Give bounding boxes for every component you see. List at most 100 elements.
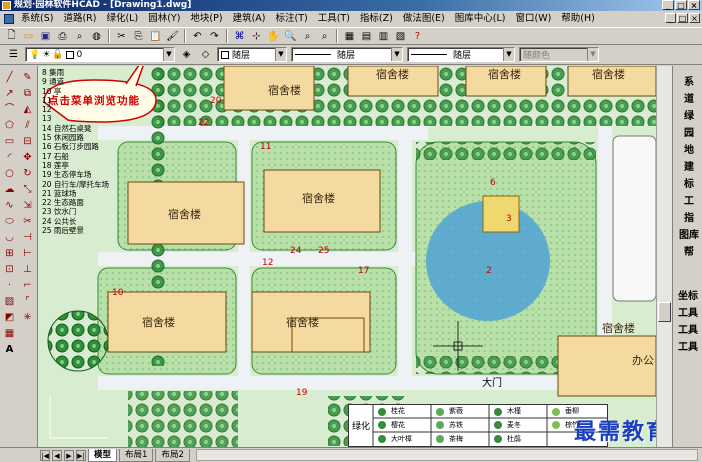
stretch-icon[interactable]: ⇲ xyxy=(20,198,35,213)
zoom-previous-icon[interactable]: ⌕ xyxy=(317,29,332,44)
copy-icon[interactable]: ⎘ xyxy=(131,29,146,44)
title-bar[interactable]: 规划·园林软件HCAD - [Drawing1.dwg] _ □ × xyxy=(0,0,702,11)
panel-item-greening[interactable]: 绿 xyxy=(684,108,694,125)
panel-item-index[interactable]: 指 xyxy=(684,210,694,227)
publish-icon[interactable]: ◍ xyxy=(89,29,104,44)
trim-icon[interactable]: ✂ xyxy=(20,214,35,229)
tab-layout1[interactable]: 布局1 xyxy=(119,448,154,462)
extend-icon[interactable]: ⊣ xyxy=(20,230,35,245)
layer-previous-icon[interactable]: ◇ xyxy=(198,47,213,62)
line-icon[interactable]: ╱ xyxy=(2,70,17,85)
move-icon[interactable]: ✥ xyxy=(20,150,35,165)
menu-help[interactable]: 帮助(H) xyxy=(556,11,600,27)
layer-dropdown[interactable]: 💡 ☀ 🔓 0 ▼ xyxy=(25,47,175,62)
menu-index[interactable]: 指标(Z) xyxy=(355,11,398,27)
text-icon[interactable]: A xyxy=(2,342,17,357)
paste-icon[interactable]: 📋 xyxy=(148,29,163,44)
panel-item-help[interactable]: 帮 xyxy=(684,244,694,261)
make-block-icon[interactable]: ⊡ xyxy=(2,262,17,277)
panel-item-tool[interactable]: 工具 xyxy=(678,322,698,339)
open-folder-icon[interactable]: ▭ xyxy=(21,29,36,44)
plotstyle-dropdown[interactable]: 随颜色 ▼ xyxy=(519,47,599,62)
drawing-canvas[interactable]: 宿舍楼 宿舍楼 宿舍楼 宿舍楼 宿舍楼 宿舍楼 宿舍楼 宿舍楼 宿舍楼 办公 大… xyxy=(38,66,656,447)
tab-layout2[interactable]: 布局2 xyxy=(155,448,190,462)
doc-restore-button[interactable]: □ xyxy=(677,13,688,23)
polyline-icon[interactable]: ⌒ xyxy=(2,102,17,117)
rotate-icon[interactable]: ↻ xyxy=(20,166,35,181)
menu-detail-drawing[interactable]: 做法图(E) xyxy=(398,11,450,27)
redo-icon[interactable]: ↷ xyxy=(207,29,222,44)
panel-item-tool[interactable]: 工具 xyxy=(678,339,698,356)
prev-tab-button[interactable]: ◀ xyxy=(52,449,62,461)
zoom-realtime-icon[interactable]: 🔍 xyxy=(283,29,298,44)
ellipse-arc-icon[interactable]: ◡ xyxy=(2,230,17,245)
ellipse-icon[interactable]: ⬭ xyxy=(2,214,17,229)
revcloud-icon[interactable]: ☁ xyxy=(2,182,17,197)
panel-item-tools[interactable]: 工 xyxy=(684,193,694,210)
doc-close-button[interactable]: × xyxy=(689,13,700,23)
panel-item-annotate[interactable]: 标 xyxy=(684,176,694,193)
first-tab-button[interactable]: |◀ xyxy=(40,449,50,461)
panel-item-system[interactable]: 系 xyxy=(684,74,694,91)
horizontal-scrollbar[interactable] xyxy=(195,449,698,461)
panel-item-garden[interactable]: 园 xyxy=(684,125,694,142)
tab-model[interactable]: 模型 xyxy=(88,448,118,462)
print-icon[interactable]: ⎙ xyxy=(55,29,70,44)
properties-icon[interactable]: ▦ xyxy=(342,29,357,44)
minimize-button[interactable]: _ xyxy=(662,0,674,10)
polygon-icon[interactable]: ⬠ xyxy=(2,118,17,133)
join-icon[interactable]: ⊥ xyxy=(20,262,35,277)
break-icon[interactable]: ⊢ xyxy=(20,246,35,261)
menu-plot[interactable]: 地块(P) xyxy=(185,11,227,27)
fillet-icon[interactable]: ⌜ xyxy=(20,294,35,309)
panel-item-coordinates[interactable]: 坐标 xyxy=(678,288,698,305)
menu-road[interactable]: 道路(R) xyxy=(58,11,101,27)
array-icon[interactable]: ⊟ xyxy=(20,134,35,149)
lineweight-dropdown[interactable]: 随层 ▼ xyxy=(407,47,515,62)
chamfer-icon[interactable]: ⌐ xyxy=(20,278,35,293)
cut-icon[interactable]: ✂ xyxy=(114,29,129,44)
print-preview-icon[interactable]: ⌕ xyxy=(72,29,87,44)
copy-object-icon[interactable]: ⧉ xyxy=(20,86,35,101)
close-button[interactable]: × xyxy=(688,0,700,10)
maximize-button[interactable]: □ xyxy=(675,0,687,10)
menu-window[interactable]: 窗口(W) xyxy=(510,11,556,27)
panel-item-tool[interactable]: 工具 xyxy=(678,305,698,322)
design-center-icon[interactable]: ▤ xyxy=(359,29,374,44)
table-icon[interactable]: ▦ xyxy=(2,326,17,341)
circle-icon[interactable]: ○ xyxy=(2,166,17,181)
layer-manager-icon[interactable]: ☰ xyxy=(6,47,21,62)
spline-icon[interactable]: ∿ xyxy=(2,198,17,213)
mirror-icon[interactable]: ◭ xyxy=(20,102,35,117)
doc-minimize-button[interactable]: _ xyxy=(665,13,676,23)
menu-system[interactable]: 系统(S) xyxy=(16,11,58,27)
make-current-layer-icon[interactable]: ◈ xyxy=(179,47,194,62)
construction-line-icon[interactable]: ↗ xyxy=(2,86,17,101)
next-tab-button[interactable]: ▶ xyxy=(64,449,74,461)
pan-icon[interactable]: ✋ xyxy=(266,29,281,44)
region-icon[interactable]: ◩ xyxy=(2,310,17,325)
tool-palette-icon[interactable]: ▥ xyxy=(376,29,391,44)
tracking-icon[interactable]: ⊹ xyxy=(249,29,264,44)
linetype-dropdown[interactable]: 随层 ▼ xyxy=(291,47,403,62)
scroll-thumb[interactable] xyxy=(658,302,671,322)
rectangle-icon[interactable]: ▭ xyxy=(2,134,17,149)
arc-icon[interactable]: ◜ xyxy=(2,150,17,165)
undo-icon[interactable]: ↶ xyxy=(190,29,205,44)
save-icon[interactable]: ▣ xyxy=(38,29,53,44)
explode-icon[interactable]: ✳ xyxy=(20,310,35,325)
menu-greening[interactable]: 绿化(L) xyxy=(101,11,143,27)
menu-garden[interactable]: 园林(Y) xyxy=(143,11,185,27)
document-icon[interactable] xyxy=(4,14,14,24)
hyperlink-icon[interactable]: ⌘ xyxy=(232,29,247,44)
insert-block-icon[interactable]: ⊞ xyxy=(2,246,17,261)
point-icon[interactable]: · xyxy=(2,278,17,293)
zoom-window-icon[interactable]: ⌕ xyxy=(300,29,315,44)
match-properties-icon[interactable]: 🖌 xyxy=(165,29,180,44)
menu-library-center[interactable]: 图库中心(L) xyxy=(450,11,511,27)
panel-item-road[interactable]: 道 xyxy=(684,91,694,108)
last-tab-button[interactable]: ▶| xyxy=(76,449,86,461)
menu-tools[interactable]: 工具(T) xyxy=(313,11,355,27)
panel-item-building[interactable]: 建 xyxy=(684,159,694,176)
panel-item-plot[interactable]: 地 xyxy=(684,142,694,159)
